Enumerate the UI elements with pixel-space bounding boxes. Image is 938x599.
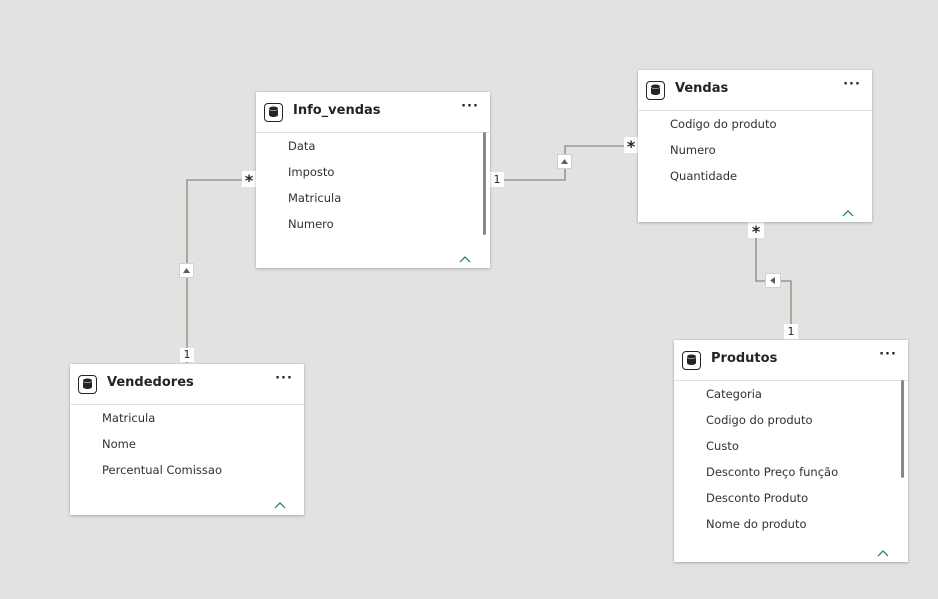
field-item[interactable]: Numero — [670, 143, 856, 169]
cardinality-one-label: 1 — [490, 172, 504, 187]
table-card-info-vendas[interactable]: Info_vendas ··· Data Imposto Matricula N… — [256, 92, 490, 268]
field-item[interactable]: Desconto Produto — [706, 491, 892, 517]
field-item[interactable]: Custo — [706, 439, 892, 465]
cardinality-many-label: * — [748, 222, 764, 241]
chevron-up-icon[interactable] — [842, 202, 854, 217]
table-header[interactable]: Info_vendas ··· — [256, 92, 490, 133]
table-header[interactable]: Vendedores ··· — [70, 364, 304, 405]
field-item[interactable]: Codigo do produto — [670, 117, 856, 143]
field-item[interactable]: Quantidade — [670, 169, 856, 195]
table-card-vendas[interactable]: Vendas ··· Codigo do produto Numero Quan… — [638, 70, 872, 222]
chevron-up-icon[interactable] — [877, 542, 889, 557]
more-options-icon[interactable]: ··· — [878, 348, 898, 368]
table-header[interactable]: Vendas ··· — [638, 70, 872, 111]
cardinality-one-label: 1 — [180, 348, 194, 362]
cardinality-many-label: * — [624, 137, 638, 156]
field-list: Data Imposto Matricula Numero — [288, 139, 474, 243]
table-header[interactable]: Produtos ··· — [674, 340, 908, 381]
cardinality-many-label: * — [242, 171, 256, 190]
table-card-vendedores[interactable]: Vendedores ··· Matricula Nome Percentual… — [70, 364, 304, 515]
field-item[interactable]: Percentual Comissao — [102, 463, 288, 489]
more-options-icon[interactable]: ··· — [460, 100, 480, 120]
scrollbar[interactable] — [483, 132, 486, 235]
cardinality-one-label: 1 — [784, 324, 798, 339]
database-icon — [78, 375, 97, 394]
model-view-canvas[interactable]: 1 * 1 * * 1 Info_vendas ··· Data Imposto… — [0, 0, 938, 599]
field-item[interactable]: Nome — [102, 437, 288, 463]
field-list: Codigo do produto Numero Quantidade — [670, 117, 856, 195]
cross-filter-direction-icon — [765, 273, 781, 288]
database-icon — [646, 81, 665, 100]
relationship-line-vendedores-info-vendas — [186, 179, 256, 363]
table-title: Vendedores — [107, 375, 194, 390]
chevron-up-icon[interactable] — [274, 494, 286, 509]
database-icon — [682, 351, 701, 370]
field-item[interactable]: Numero — [288, 217, 474, 243]
field-list: Categoria Codigo do produto Custo Descon… — [706, 387, 892, 543]
field-item[interactable]: Codigo do produto — [706, 413, 892, 439]
table-card-produtos[interactable]: Produtos ··· Categoria Codigo do produto… — [674, 340, 908, 562]
field-list: Matricula Nome Percentual Comissao — [102, 411, 288, 489]
table-title: Info_vendas — [293, 103, 381, 118]
field-item[interactable]: Nome do produto — [706, 517, 892, 543]
field-item[interactable]: Imposto — [288, 165, 474, 191]
table-title: Vendas — [675, 81, 729, 96]
field-item[interactable]: Matricula — [102, 411, 288, 437]
field-item[interactable]: Matricula — [288, 191, 474, 217]
field-item[interactable]: Desconto Preço função — [706, 465, 892, 491]
table-title: Produtos — [711, 351, 778, 366]
cross-filter-direction-icon — [179, 263, 194, 278]
chevron-up-icon[interactable] — [459, 248, 471, 263]
cross-filter-direction-icon — [557, 154, 572, 169]
more-options-icon[interactable]: ··· — [842, 78, 862, 98]
scrollbar[interactable] — [901, 380, 904, 478]
database-icon — [264, 103, 283, 122]
more-options-icon[interactable]: ··· — [274, 372, 294, 392]
field-item[interactable]: Categoria — [706, 387, 892, 413]
field-item[interactable]: Data — [288, 139, 474, 165]
